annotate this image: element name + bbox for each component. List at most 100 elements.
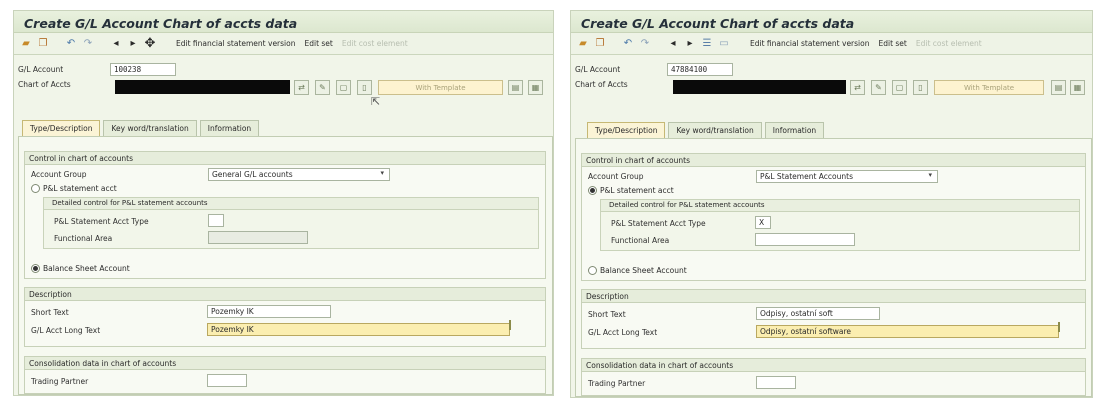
document-icon[interactable]: ▯ (913, 80, 928, 95)
control-group: Control in chart of accounts Account Gro… (24, 151, 546, 279)
balance-radio[interactable]: Balance Sheet Account (588, 266, 687, 275)
consolidation-group: Consolidation data in chart of accounts … (581, 358, 1086, 396)
edit-fs-version-button[interactable]: Edit financial statement version (176, 39, 295, 48)
edit-cost-element-button[interactable]: Edit cost element (916, 39, 982, 48)
copy-from-icon[interactable]: ⇄ (850, 80, 865, 95)
pl-type-field[interactable]: X (755, 216, 771, 229)
gl-account-field[interactable]: 100238 (110, 63, 176, 76)
long-text-field[interactable]: Odpisy, ostatní software (756, 325, 1059, 338)
trading-partner-field[interactable] (756, 376, 796, 389)
copy-icon[interactable]: ❐ (594, 38, 606, 50)
account-group-select[interactable]: P&L Statement Accounts ▾ (756, 170, 938, 183)
print-icon[interactable]: ▤ (1051, 80, 1066, 95)
account-group-label: Account Group (588, 172, 644, 181)
header-fields: G/L Account 47884100 Chart of Accts ⇄ ✎ … (571, 55, 1092, 117)
long-text-field[interactable]: Pozemky IK (207, 323, 510, 336)
tab-content: Control in chart of accounts Account Gro… (575, 138, 1092, 397)
edit-icon[interactable]: ✎ (871, 80, 886, 95)
move-icon[interactable]: ✥ (144, 36, 156, 51)
tab-information[interactable]: Information (199, 120, 260, 136)
account-group-select[interactable]: General G/L accounts ▾ (208, 168, 390, 181)
edit-fs-version-button[interactable]: Edit financial statement version (750, 39, 869, 48)
balance-radio[interactable]: Balance Sheet Account (31, 264, 130, 273)
account-group-label: Account Group (31, 170, 87, 179)
short-text-label: Short Text (31, 308, 69, 317)
redo-icon[interactable]: ↷ (82, 38, 94, 50)
control-group-title: Control in chart of accounts (25, 152, 545, 165)
short-text-field[interactable]: Odpisy, ostatní soft (756, 307, 880, 320)
undo-icon[interactable]: ↶ (622, 38, 634, 50)
detailed-control-title: Detailed control for P&L statement accou… (601, 200, 1079, 212)
with-template-button[interactable]: With Template (378, 80, 503, 95)
functional-area-field[interactable] (755, 233, 855, 246)
mouse-pointer-icon: ⇱ (371, 95, 381, 108)
pl-type-label: P&L Statement Acct Type (611, 219, 706, 228)
description-group-title: Description (582, 290, 1085, 303)
with-template-button[interactable]: With Template (934, 80, 1044, 95)
display-icon[interactable]: ▭ (718, 38, 730, 50)
account-group-value: P&L Statement Accounts (760, 172, 853, 181)
pl-radio[interactable]: P&L statement acct (588, 186, 674, 195)
redo-icon[interactable]: ↷ (639, 38, 651, 50)
next-icon[interactable]: ▸ (684, 38, 696, 50)
pl-radio-button[interactable] (31, 184, 40, 193)
tab-key-word-translation[interactable]: Key word/translation (668, 122, 762, 138)
consolidation-group: Consolidation data in chart of accounts … (24, 356, 546, 394)
control-group-title: Control in chart of accounts (582, 154, 1085, 167)
edit-cost-element-button[interactable]: Edit cost element (342, 39, 408, 48)
tab-type-description[interactable]: Type/Description (22, 120, 101, 136)
prev-icon[interactable]: ◂ (667, 38, 679, 50)
gl-account-label: G/L Account (18, 65, 64, 74)
trading-partner-field[interactable] (207, 374, 247, 387)
pl-radio-label: P&L statement acct (600, 186, 674, 195)
short-text-label: Short Text (588, 310, 626, 319)
account-group-value: General G/L accounts (212, 170, 293, 179)
tab-strip: Type/Description Key word/translation In… (587, 122, 825, 138)
tab-type-description[interactable]: Type/Description (587, 122, 666, 138)
balance-radio-button[interactable] (588, 266, 597, 275)
pl-radio[interactable]: P&L statement acct (31, 184, 117, 193)
balance-radio-button[interactable] (31, 264, 40, 273)
save-icon[interactable]: ▦ (1070, 80, 1085, 95)
tab-content: Control in chart of accounts Account Gro… (18, 136, 553, 395)
folder-icon[interactable]: ▰ (20, 38, 32, 50)
balance-radio-label: Balance Sheet Account (600, 266, 687, 275)
long-text-label: G/L Acct Long Text (31, 326, 101, 335)
edit-set-button[interactable]: Edit set (304, 39, 332, 48)
application-toolbar: ▰ ❐ ↶ ↷ ◂ ▸ ☰ ▭ Edit financial statement… (571, 33, 1092, 55)
tab-information[interactable]: Information (764, 122, 825, 138)
trading-partner-label: Trading Partner (588, 379, 646, 388)
gl-account-field[interactable]: 47884100 (667, 63, 733, 76)
field-marker (509, 320, 511, 330)
save-icon[interactable]: ▦ (528, 80, 543, 95)
window-title: Create G/L Account Chart of accts data (24, 16, 298, 31)
consolidation-group-title: Consolidation data in chart of accounts (25, 357, 545, 370)
create-icon[interactable]: ▢ (892, 80, 907, 95)
description-group: Description Short Text Odpisy, ostatní s… (581, 289, 1086, 349)
functional-area-label: Functional Area (54, 234, 113, 243)
create-icon[interactable]: ▢ (336, 80, 351, 95)
tree-icon[interactable]: ☰ (701, 38, 713, 50)
edit-set-button[interactable]: Edit set (878, 39, 906, 48)
short-text-field[interactable]: Pozemky IK (207, 305, 331, 318)
pl-type-label: P&L Statement Acct Type (54, 217, 149, 226)
detailed-control-group: Detailed control for P&L statement accou… (43, 197, 539, 249)
tab-key-word-translation[interactable]: Key word/translation (103, 120, 197, 136)
description-group-title: Description (25, 288, 545, 301)
document-icon[interactable]: ▯ (357, 80, 372, 95)
functional-area-field[interactable] (208, 231, 308, 244)
edit-icon[interactable]: ✎ (315, 80, 330, 95)
print-icon[interactable]: ▤ (508, 80, 523, 95)
functional-area-label: Functional Area (611, 236, 670, 245)
pl-radio-button[interactable] (588, 186, 597, 195)
copy-icon[interactable]: ❐ (37, 38, 49, 50)
copy-from-icon[interactable]: ⇄ (294, 80, 309, 95)
next-icon[interactable]: ▸ (127, 38, 139, 50)
prev-icon[interactable]: ◂ (110, 38, 122, 50)
chevron-down-icon: ▾ (928, 171, 932, 179)
left-window: Create G/L Account Chart of accts data ▰… (13, 10, 554, 396)
consolidation-group-title: Consolidation data in chart of accounts (582, 359, 1085, 372)
undo-icon[interactable]: ↶ (65, 38, 77, 50)
pl-type-field[interactable] (208, 214, 224, 227)
folder-icon[interactable]: ▰ (577, 38, 589, 50)
